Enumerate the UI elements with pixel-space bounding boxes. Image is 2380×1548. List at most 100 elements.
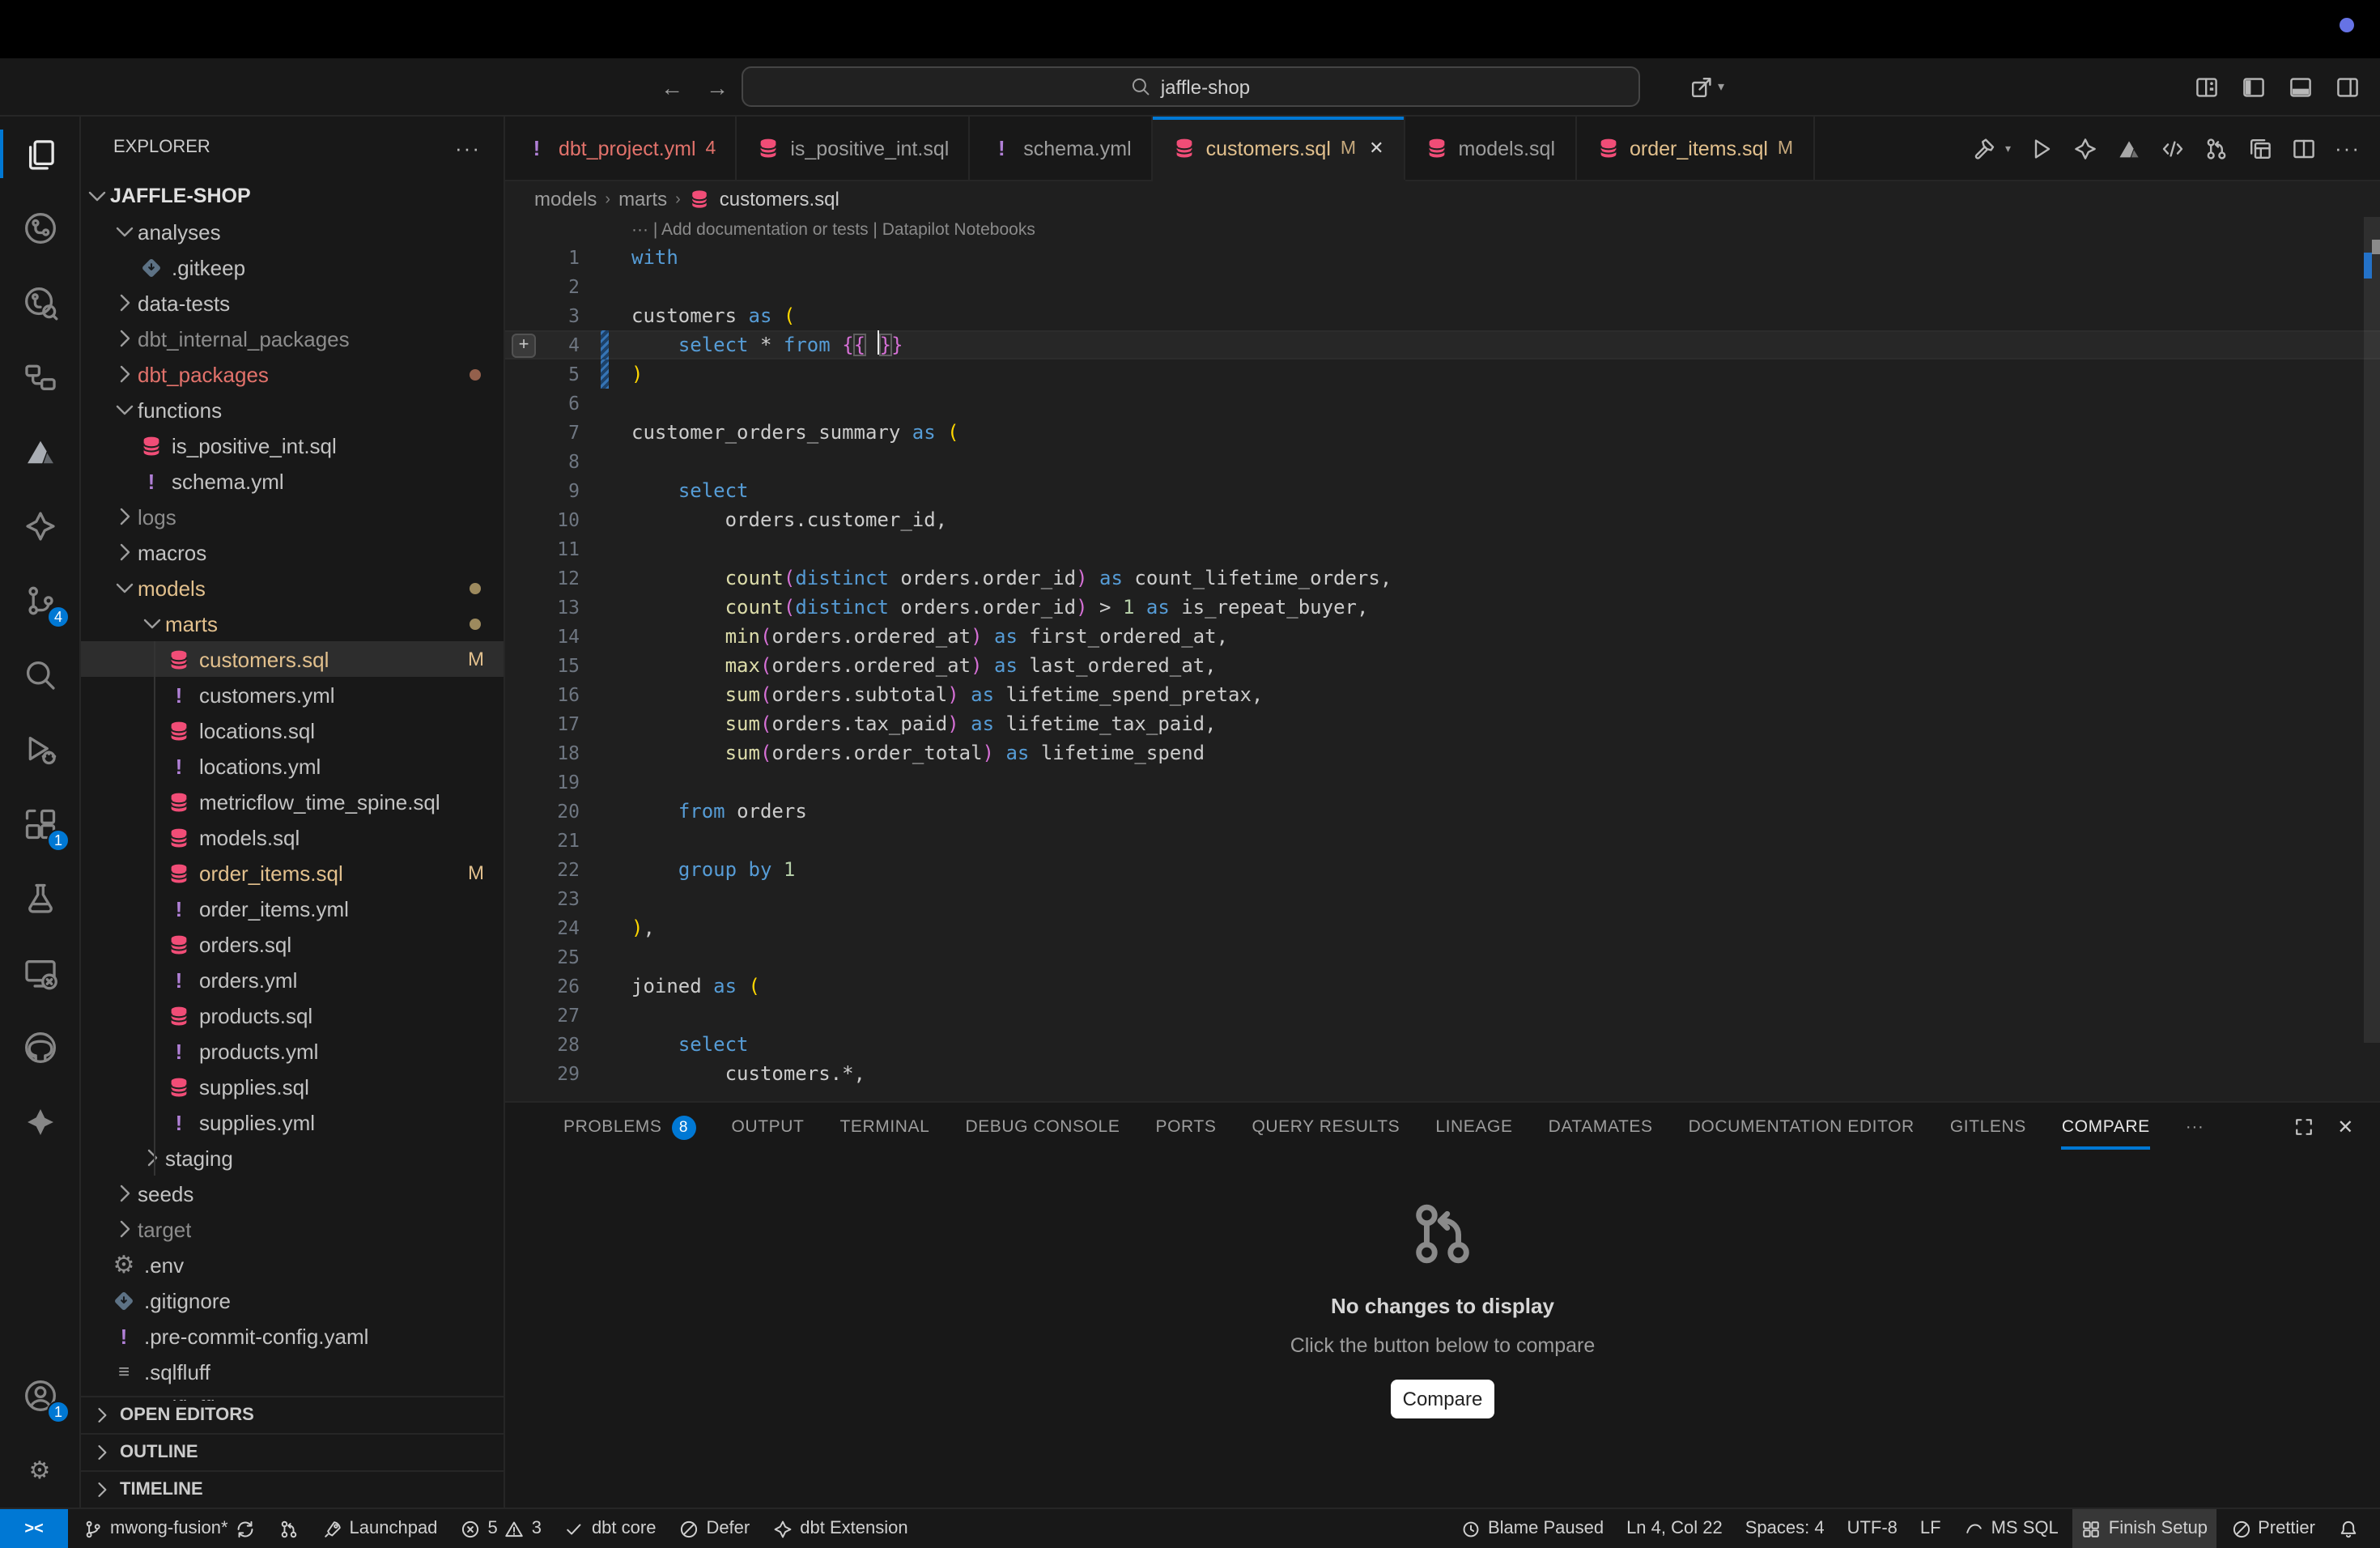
panel-tab-datamates[interactable]: DATAMATES (1549, 1103, 1653, 1151)
tree-folder-seeds[interactable]: seeds (81, 1176, 504, 1211)
panel-tab-lineage[interactable]: LINEAGE (1435, 1103, 1512, 1151)
status-remote-indicator[interactable]: >< (0, 1509, 68, 1548)
tree-file-locations-yml[interactable]: !locations.yml (81, 748, 504, 784)
add-line-button[interactable]: + (512, 334, 536, 358)
nav-forward-icon[interactable]: → (706, 74, 729, 100)
activity-item-source-control-circle[interactable] (0, 191, 79, 266)
command-center-search[interactable]: jaffle-shop (741, 66, 1639, 107)
status-problems-summary[interactable]: 53 (452, 1509, 550, 1548)
tree-file--gitignore[interactable]: .gitignore (81, 1282, 504, 1318)
tree-folder-jaffle-shop[interactable]: JAFFLE-SHOP (81, 178, 504, 214)
close-panel-icon[interactable]: ✕ (2337, 1116, 2354, 1138)
panel-tab-problems[interactable]: PROBLEMS8 (563, 1103, 696, 1151)
tree-folder-functions[interactable]: functions (81, 392, 504, 427)
activity-item-datapilot[interactable] (0, 1085, 79, 1159)
breadcrumb-item[interactable]: models (534, 188, 597, 211)
panel-tab-output[interactable]: OUTPUT (732, 1103, 805, 1151)
tab-dbt-project-yml[interactable]: !dbt_project.yml4 (505, 117, 737, 180)
activity-item-gitlens[interactable] (0, 266, 79, 340)
dbt-build-icon[interactable] (1973, 135, 1999, 161)
query-results-icon[interactable] (2247, 135, 2273, 161)
split-editor-icon[interactable] (2291, 135, 2317, 161)
panel-tab-compare[interactable]: COMPARE (2062, 1103, 2150, 1151)
activity-item-run-and-debug[interactable] (0, 712, 79, 787)
activity-item-dbt[interactable] (0, 415, 79, 489)
status-indentation[interactable]: Spaces: 4 (1737, 1509, 1833, 1548)
toggle-secondary-sidebar-button-icon[interactable] (2335, 74, 2361, 100)
more-actions-icon[interactable]: ··· (2335, 136, 2361, 160)
tree-file-metricflow-time-spine-sql[interactable]: metricflow_time_spine.sql (81, 784, 504, 819)
tree-file--gitkeep[interactable]: .gitkeep (81, 249, 504, 285)
dbt-power-user-icon[interactable] (2072, 135, 2098, 161)
status-defer[interactable]: Defer (670, 1509, 758, 1548)
tree-file-supplies-sql[interactable]: supplies.sql (81, 1069, 504, 1104)
panel-tab-ports[interactable]: PORTS (1155, 1103, 1216, 1151)
tree-file--sqlfluff[interactable]: ≡.sqlfluff (81, 1354, 504, 1389)
tree-file-products-sql[interactable]: products.sql (81, 997, 504, 1033)
panel-tab-query-results[interactable]: QUERY RESULTS (1252, 1103, 1400, 1151)
breadcrumb-item[interactable]: marts (618, 188, 667, 211)
activity-item-search[interactable] (0, 638, 79, 712)
tab-is-positive-int-sql[interactable]: is_positive_int.sql (737, 117, 970, 180)
tree-file-schema-yml[interactable]: !schema.yml (81, 463, 504, 499)
tree-file--pre-commit-config-yaml[interactable]: !.pre-commit-config.yaml (81, 1318, 504, 1354)
compare-button[interactable]: Compare (1391, 1380, 1494, 1418)
activity-item-github[interactable] (0, 1010, 79, 1085)
status-dbt-extension[interactable]: dbt Extension (764, 1509, 916, 1548)
tree-file-order-items-yml[interactable]: !order_items.yml (81, 891, 504, 926)
tree-file--env[interactable]: ⚙.env (81, 1247, 504, 1282)
status-compare-changes[interactable] (270, 1509, 308, 1548)
close-icon[interactable]: ✕ (1369, 138, 1383, 159)
tree-folder-dbt-internal-packages[interactable]: dbt_internal_packages (81, 321, 504, 356)
tree-file-locations-sql[interactable]: locations.sql (81, 712, 504, 748)
activity-item-settings[interactable]: ⚙ (0, 1433, 79, 1508)
status-dbt-core[interactable]: dbt core (556, 1509, 665, 1548)
tree-folder-macros[interactable]: macros (81, 534, 504, 570)
customize-layout-button-icon[interactable] (2194, 74, 2220, 100)
activity-item-lineage-view[interactable] (0, 340, 79, 415)
breadcrumb[interactable]: models›marts›customers.sql (505, 181, 2380, 217)
status-language-mode[interactable]: MS SQL (1956, 1509, 2067, 1548)
nav-back-icon[interactable]: ← (661, 74, 683, 100)
activity-item-dbt-power-user[interactable] (0, 489, 79, 563)
run-query-icon[interactable] (2029, 135, 2055, 161)
panel-tab-terminal[interactable]: TERMINAL (839, 1103, 929, 1151)
status-blame-status[interactable]: Blame Paused (1452, 1509, 1612, 1548)
status-launchpad[interactable]: Launchpad (314, 1509, 446, 1548)
tree-file-orders-sql[interactable]: orders.sql (81, 926, 504, 962)
tree-folder-target[interactable]: target (81, 1211, 504, 1247)
tree-file-customers-yml[interactable]: !customers.yml (81, 677, 504, 712)
tree-file-supplies-yml[interactable]: !supplies.yml (81, 1104, 504, 1140)
tree-folder-data-tests[interactable]: data-tests (81, 285, 504, 321)
status-git-branch[interactable]: mwong-fusion* (74, 1509, 264, 1548)
section-open-editors[interactable]: OPEN EDITORS (81, 1396, 504, 1433)
tree-folder-models[interactable]: models (81, 570, 504, 606)
status-notifications[interactable] (2330, 1509, 2367, 1548)
activity-item-extensions[interactable]: 1 (0, 787, 79, 861)
section-timeline[interactable]: TIMELINE (81, 1470, 504, 1508)
explorer-more-actions[interactable]: ··· (455, 135, 481, 159)
status-finish-setup[interactable]: Finish Setup (2073, 1509, 2216, 1548)
tree-folder-analyses[interactable]: analyses (81, 214, 504, 249)
tree-file-order-items-sql[interactable]: order_items.sqlM (81, 855, 504, 891)
section-outline[interactable]: OUTLINE (81, 1433, 504, 1470)
tree-file-is-positive-int-sql[interactable]: is_positive_int.sql (81, 427, 504, 463)
tree-folder-marts[interactable]: marts (81, 606, 504, 641)
status-prettier[interactable]: Prettier (2222, 1509, 2323, 1548)
code-editor[interactable]: ··· | Add documentation or tests | Datap… (505, 217, 2380, 1101)
status-cursor-position[interactable]: Ln 4, Col 22 (1618, 1509, 1731, 1548)
tab-customers-sql[interactable]: customers.sqlM✕ (1153, 117, 1405, 180)
codelens-actions[interactable]: ··· | Add documentation or tests | Datap… (505, 217, 2380, 243)
tree-file-products-yml[interactable]: !products.yml (81, 1033, 504, 1069)
tree-folder-staging[interactable]: staging (81, 1140, 504, 1176)
tab-order-items-sql[interactable]: order_items.sqlM (1576, 117, 1814, 180)
maximize-panel-icon[interactable] (2292, 1116, 2314, 1138)
tab-models-sql[interactable]: models.sql (1405, 117, 1577, 180)
activity-item-explorer[interactable] (0, 117, 79, 191)
datapilot-icon[interactable] (2116, 135, 2142, 161)
tree-file-orders-yml[interactable]: !orders.yml (81, 962, 504, 997)
activity-item-testing[interactable] (0, 861, 79, 936)
panel-tab-debug-console[interactable]: DEBUG CONSOLE (965, 1103, 1120, 1151)
activity-item-remote-explorer[interactable] (0, 936, 79, 1010)
editor-scrollbar[interactable] (2364, 217, 2380, 1101)
